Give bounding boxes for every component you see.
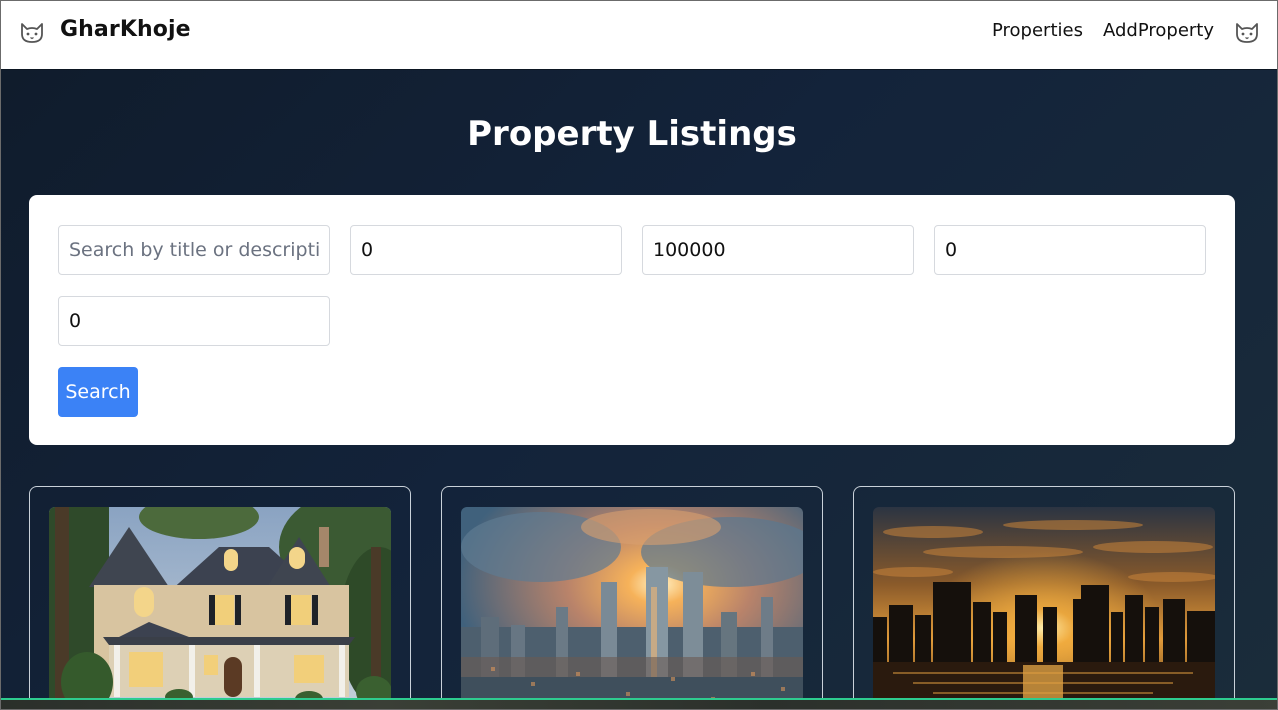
page-title: Property Listings	[467, 114, 797, 154]
cat-face-icon[interactable]	[1234, 21, 1260, 45]
property-image[interactable]	[49, 507, 391, 709]
property-card[interactable]	[29, 486, 411, 709]
cat-face-icon[interactable]	[19, 21, 45, 45]
search-input[interactable]	[58, 225, 330, 275]
property-image[interactable]	[461, 507, 803, 709]
max-price-field[interactable]	[642, 225, 914, 275]
bathrooms-field[interactable]	[58, 296, 330, 346]
app-window: GharKhoje Properties AddProperty Propert…	[0, 0, 1278, 710]
bottom-strip	[1, 700, 1277, 709]
nav-link-add-property[interactable]: AddProperty	[1103, 20, 1214, 41]
search-filter-card: Search	[29, 195, 1235, 445]
nav-link-properties[interactable]: Properties	[992, 20, 1083, 41]
navbar: GharKhoje Properties AddProperty	[1, 1, 1277, 69]
brand-name[interactable]: GharKhoje	[60, 17, 191, 42]
property-card[interactable]	[441, 486, 823, 709]
property-image[interactable]	[873, 507, 1215, 709]
property-card[interactable]	[853, 486, 1235, 709]
main-content: Property Listings Search	[1, 69, 1277, 709]
bedrooms-field[interactable]	[934, 225, 1206, 275]
search-button[interactable]: Search	[58, 367, 138, 417]
min-price-field[interactable]	[350, 225, 622, 275]
